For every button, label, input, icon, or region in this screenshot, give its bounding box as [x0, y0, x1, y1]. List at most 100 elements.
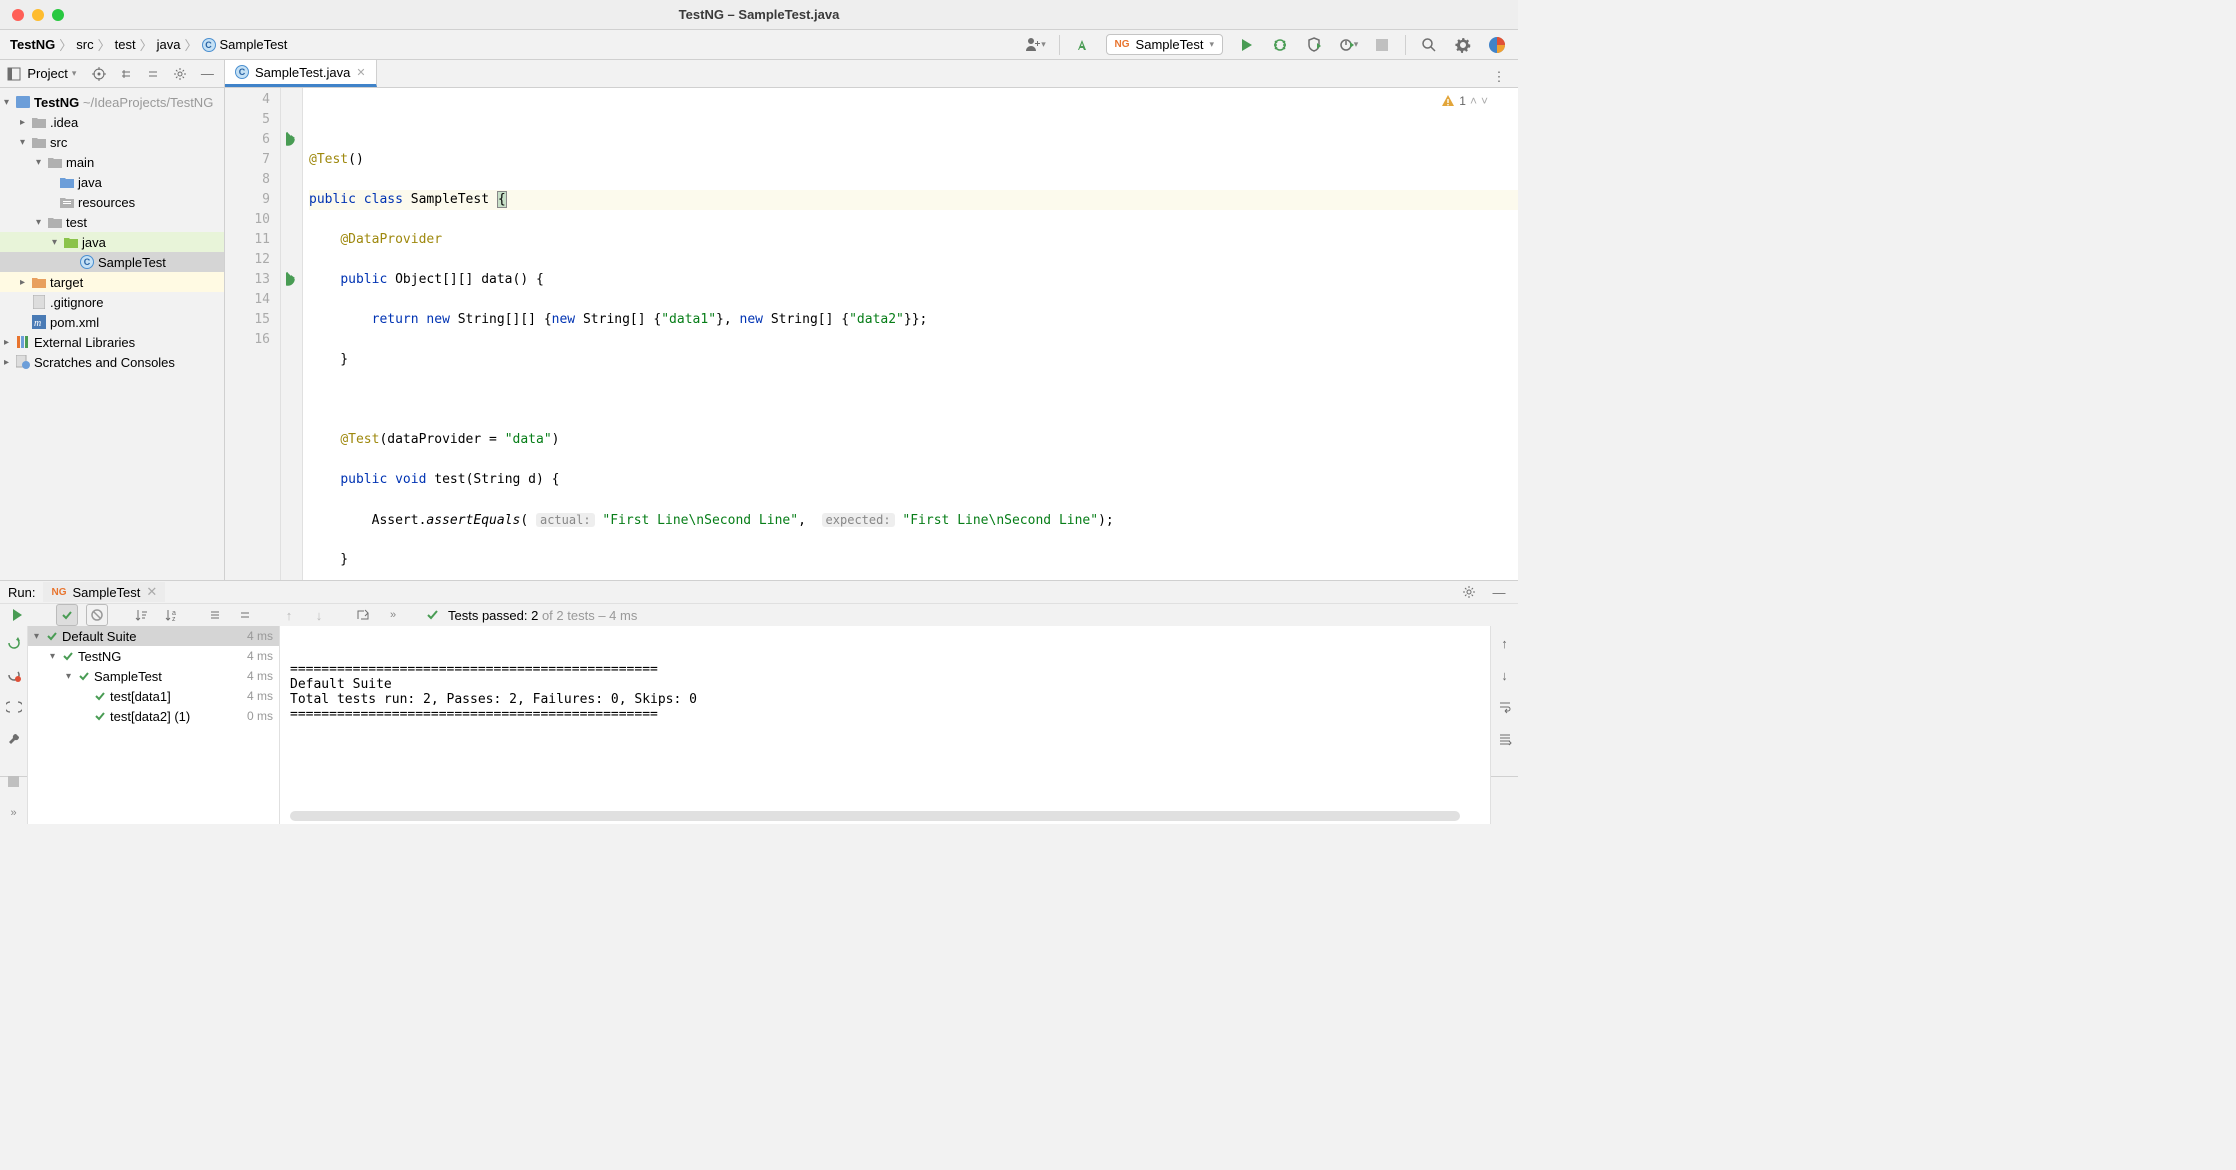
chevron-right-icon[interactable]: ▸ [20, 277, 32, 288]
tree-node-target[interactable]: ▸ target [0, 272, 224, 292]
chevron-down-icon[interactable]: ▾ [50, 651, 62, 662]
rerun-icon[interactable] [3, 632, 25, 654]
export-icon[interactable] [352, 604, 374, 626]
chevron-down-icon[interactable]: ▾ [20, 137, 32, 148]
editor-body[interactable]: 4 5 6 7 8 9 10 11 12 13 14 15 16 @Test()… [225, 88, 1518, 580]
chevron-down-icon[interactable]: ▾ [34, 631, 46, 642]
tree-node-gitignore[interactable]: .gitignore [0, 292, 224, 312]
chevron-down-icon[interactable]: ˅ [1481, 94, 1488, 108]
tree-node-test[interactable]: ▾ test [0, 212, 224, 232]
tree-root[interactable]: ▾ TestNG ~/IdeaProjects/TestNG [0, 92, 224, 112]
breadcrumb-item[interactable]: java [157, 37, 181, 52]
chevron-down-icon[interactable]: ▾ [36, 217, 48, 228]
add-user-icon[interactable]: ▾ [1025, 34, 1047, 56]
test-tree-row[interactable]: test[data1]4 ms [28, 686, 279, 706]
expand-all-icon[interactable] [115, 63, 136, 85]
debug-button[interactable] [1269, 34, 1291, 56]
horizontal-scrollbar[interactable] [290, 811, 1460, 821]
tree-node-scratches[interactable]: ▸ Scratches and Consoles [0, 352, 224, 372]
build-icon[interactable] [1072, 34, 1094, 56]
help-icon[interactable] [1486, 34, 1508, 56]
stop-button[interactable] [1371, 34, 1393, 56]
project-view-icon[interactable] [6, 63, 21, 85]
editor-tab[interactable]: C SampleTest.java ✕ [225, 60, 377, 87]
scroll-down-icon[interactable]: ↓ [1494, 664, 1516, 686]
chevron-right-icon[interactable]: ▸ [20, 117, 32, 128]
search-icon[interactable] [1418, 34, 1440, 56]
test-output[interactable]: ========================================… [280, 626, 1490, 824]
run-button[interactable] [1235, 34, 1257, 56]
tree-node-external-libs[interactable]: ▸ External Libraries [0, 332, 224, 352]
inspection-widget[interactable]: 1 ˄ ˅ [1441, 94, 1488, 108]
tree-label: java [82, 235, 106, 250]
run-config-selector[interactable]: NG SampleTest ▾ [1106, 34, 1223, 55]
more-icon[interactable]: » [382, 604, 404, 626]
test-tree-row[interactable]: ▾Default Suite4 ms [28, 626, 279, 646]
project-panel-title[interactable]: Project ▾ [27, 66, 76, 81]
run-gutter-icon[interactable] [286, 272, 300, 286]
collapse-all-icon[interactable] [234, 604, 256, 626]
tree-node-src[interactable]: ▾ src [0, 132, 224, 152]
show-ignored-icon[interactable] [86, 604, 108, 626]
code-editor[interactable]: @Test() public class SampleTest { @DataP… [303, 88, 1518, 580]
chevron-up-icon[interactable]: ˄ [1470, 94, 1477, 108]
tree-node-resources[interactable]: resources [0, 192, 224, 212]
test-tree-row[interactable]: ▾TestNG4 ms [28, 646, 279, 666]
breadcrumb-item[interactable]: TestNG [10, 37, 55, 52]
chevron-down-icon[interactable]: ▾ [52, 237, 64, 248]
scroll-up-icon[interactable]: ↑ [1494, 632, 1516, 654]
scroll-to-end-icon[interactable] [1494, 728, 1516, 750]
stop-button[interactable] [3, 770, 25, 792]
maximize-window-button[interactable] [52, 9, 64, 21]
close-window-button[interactable] [12, 9, 24, 21]
toggle-auto-icon[interactable] [3, 696, 25, 718]
sort-icon[interactable] [130, 604, 152, 626]
tree-node-idea[interactable]: ▸ .idea [0, 112, 224, 132]
tree-node-java-main[interactable]: java [0, 172, 224, 192]
gear-icon[interactable] [1458, 581, 1480, 603]
run-gutter-icon[interactable] [286, 132, 300, 146]
expand-all-icon[interactable] [204, 604, 226, 626]
chevron-down-icon[interactable]: ▾ [66, 671, 78, 682]
run-tab[interactable]: NG SampleTest ✕ [43, 582, 165, 602]
close-icon[interactable]: ✕ [356, 66, 365, 79]
tree-label: SampleTest [98, 255, 166, 270]
chevron-right-icon[interactable]: ▸ [4, 337, 16, 348]
breadcrumb-item[interactable]: SampleTest [220, 37, 288, 52]
hide-icon[interactable]: — [197, 63, 218, 85]
profile-button[interactable]: ▾ [1337, 34, 1359, 56]
minimize-window-button[interactable] [32, 9, 44, 21]
hide-icon[interactable]: — [1488, 581, 1510, 603]
library-icon [16, 335, 30, 349]
prev-icon[interactable]: ↑ [278, 604, 300, 626]
sort-alpha-icon[interactable]: az [160, 604, 182, 626]
more-icon[interactable]: » [3, 802, 25, 824]
rerun-failed-icon[interactable] [3, 664, 25, 686]
locate-icon[interactable] [88, 63, 109, 85]
chevron-down-icon[interactable]: ▾ [36, 157, 48, 168]
breadcrumb-item[interactable]: test [115, 37, 136, 52]
test-tree-row[interactable]: test[data2] (1)0 ms [28, 706, 279, 726]
test-tree-row[interactable]: ▾SampleTest4 ms [28, 666, 279, 686]
tree-node-main[interactable]: ▾ main [0, 152, 224, 172]
collapse-all-icon[interactable] [143, 63, 164, 85]
chevron-down-icon[interactable]: ▾ [4, 97, 16, 108]
settings-icon[interactable] [1452, 34, 1474, 56]
chevron-right-icon[interactable]: ▸ [4, 357, 16, 368]
project-tree[interactable]: ▾ TestNG ~/IdeaProjects/TestNG ▸ .idea ▾… [0, 88, 224, 580]
wrench-icon[interactable] [3, 728, 25, 750]
coverage-button[interactable] [1303, 34, 1325, 56]
close-icon[interactable]: ✕ [146, 584, 157, 600]
test-tree[interactable]: ▾Default Suite4 ms▾TestNG4 ms▾SampleTest… [28, 626, 280, 824]
show-passed-icon[interactable] [56, 604, 78, 626]
soft-wrap-icon[interactable] [1494, 696, 1516, 718]
tree-label: External Libraries [34, 335, 135, 350]
tree-node-sampletest[interactable]: C SampleTest [0, 252, 224, 272]
run-button[interactable] [6, 604, 28, 626]
more-icon[interactable]: ⋮ [1488, 66, 1510, 88]
next-icon[interactable]: ↓ [308, 604, 330, 626]
tree-node-java-test[interactable]: ▾ java [0, 232, 224, 252]
gear-icon[interactable] [170, 63, 191, 85]
tree-node-pom[interactable]: m pom.xml [0, 312, 224, 332]
breadcrumb-item[interactable]: src [76, 37, 93, 52]
